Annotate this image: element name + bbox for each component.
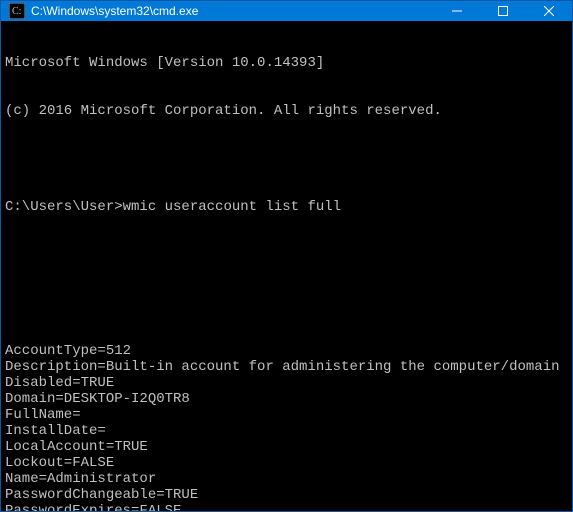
output-line: LocalAccount=TRUE [5,439,568,455]
titlebar[interactable]: C: C:\Windows\system32\cmd.exe [1,1,572,21]
output-line: PasswordChangeable=TRUE [5,487,568,503]
maximize-button[interactable] [480,1,526,21]
window-controls [434,1,572,21]
output-line: Description=Built-in account for adminis… [5,359,568,375]
output-line: Domain=DESKTOP-I2Q0TR8 [5,391,568,407]
blank-line [5,295,568,311]
output-line: InstallDate= [5,423,568,439]
cmd-window: C: C:\Windows\system32\cmd.exe Microsoft… [0,0,573,512]
prompt-line: C:\Users\User>wmic useraccount list full [5,199,568,215]
minimize-button[interactable] [434,1,480,21]
cmd-icon: C: [9,3,25,19]
output-line: AccountType=512 [5,343,568,359]
prompt: C:\Users\User> [5,199,123,215]
command-text: wmic useraccount list full [123,199,341,215]
version-line: Microsoft Windows [Version 10.0.14393] [5,55,568,71]
blank-line [5,247,568,263]
output-line: Disabled=TRUE [5,375,568,391]
output-line: FullName= [5,407,568,423]
copyright-line: (c) 2016 Microsoft Corporation. All righ… [5,103,568,119]
output-line: Name=Administrator [5,471,568,487]
accounts-output: AccountType=512Description=Built-in acco… [5,343,568,511]
close-button[interactable] [526,1,572,21]
output-line: Lockout=FALSE [5,455,568,471]
svg-text:C:: C: [12,6,21,17]
window-title: C:\Windows\system32\cmd.exe [31,4,434,18]
terminal-area[interactable]: Microsoft Windows [Version 10.0.14393] (… [1,21,572,511]
output-line: PasswordExpires=FALSE [5,503,568,511]
blank-line [5,151,568,167]
